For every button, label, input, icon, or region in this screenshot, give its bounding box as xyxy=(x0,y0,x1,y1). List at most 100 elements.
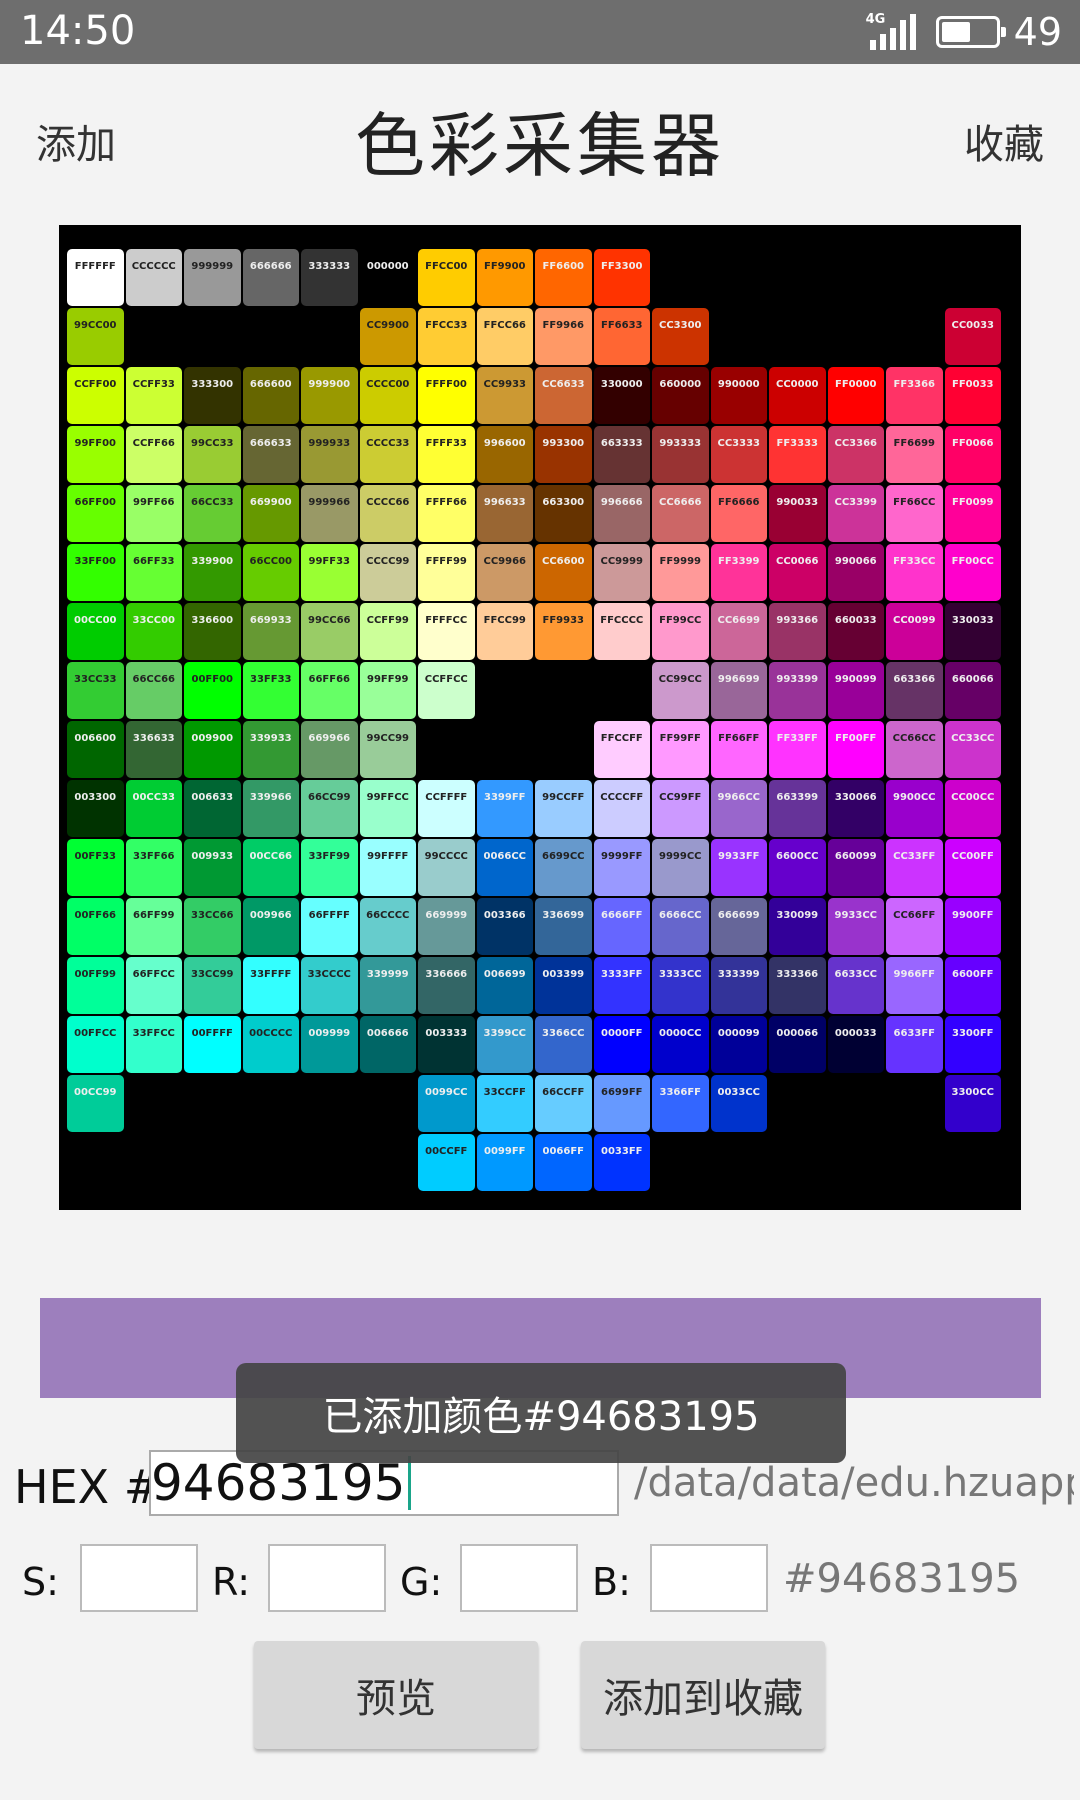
palette-swatch[interactable]: FF66CC xyxy=(886,485,943,542)
palette-swatch[interactable]: FFFFCC xyxy=(418,603,475,660)
palette-swatch[interactable]: 00CC00 xyxy=(67,603,124,660)
palette-swatch[interactable]: 0099CC xyxy=(418,1075,475,1132)
palette-swatch[interactable]: 993366 xyxy=(769,603,826,660)
palette-swatch[interactable]: 993399 xyxy=(769,662,826,719)
palette-swatch[interactable]: 00CC33 xyxy=(125,780,182,837)
palette-swatch[interactable]: CC00CC xyxy=(944,780,1001,837)
palette-swatch[interactable]: 003300 xyxy=(67,780,124,837)
palette-swatch[interactable]: FFCC33 xyxy=(418,308,475,365)
palette-swatch[interactable]: 66FF00 xyxy=(67,485,124,542)
palette-swatch[interactable]: 6666CC xyxy=(652,898,709,955)
palette-swatch[interactable]: CC99FF xyxy=(652,780,709,837)
palette-swatch[interactable]: 66FFFF xyxy=(301,898,358,955)
palette-swatch[interactable]: 0033FF xyxy=(593,1134,650,1191)
palette-swatch[interactable]: FF3399 xyxy=(710,544,767,601)
palette-swatch[interactable]: 0000CC xyxy=(652,1016,709,1073)
palette-swatch[interactable]: 99CC33 xyxy=(184,426,241,483)
palette-swatch[interactable]: CC6666 xyxy=(652,485,709,542)
favorites-button[interactable]: 收藏 xyxy=(964,112,1044,170)
palette-swatch[interactable]: 000000 xyxy=(359,249,416,306)
palette-swatch[interactable]: 3333CC xyxy=(652,957,709,1014)
palette-swatch[interactable]: 330000 xyxy=(593,367,650,424)
palette-swatch[interactable]: 33FF99 xyxy=(301,839,358,896)
g-input[interactable] xyxy=(460,1544,578,1612)
palette-swatch[interactable]: 0099FF xyxy=(476,1134,533,1191)
palette-swatch[interactable]: CC66CC xyxy=(886,721,943,778)
palette-swatch[interactable]: 006666 xyxy=(359,1016,416,1073)
palette-swatch[interactable]: CC99CC xyxy=(652,662,709,719)
palette-swatch[interactable]: 99CCFF xyxy=(535,780,592,837)
palette-swatch[interactable]: CC9933 xyxy=(476,367,533,424)
palette-swatch[interactable]: 660066 xyxy=(944,662,1001,719)
b-input[interactable] xyxy=(650,1544,768,1612)
palette-swatch[interactable]: CCFFCC xyxy=(418,662,475,719)
palette-swatch[interactable]: CC0099 xyxy=(886,603,943,660)
palette-swatch[interactable]: FF6600 xyxy=(535,249,592,306)
palette-swatch[interactable]: 336600 xyxy=(184,603,241,660)
palette-swatch[interactable]: 663300 xyxy=(535,485,592,542)
palette-swatch[interactable]: FFFF99 xyxy=(418,544,475,601)
palette-swatch[interactable]: 000066 xyxy=(769,1016,826,1073)
palette-swatch[interactable]: FF0066 xyxy=(944,426,1001,483)
palette-swatch[interactable]: 339933 xyxy=(242,721,299,778)
palette-swatch[interactable]: 9966FF xyxy=(886,957,943,1014)
palette-swatch[interactable]: FF33CC xyxy=(886,544,943,601)
palette-swatch[interactable]: 669966 xyxy=(301,721,358,778)
palette-swatch[interactable]: FF3300 xyxy=(593,249,650,306)
palette-swatch[interactable]: 3399FF xyxy=(476,780,533,837)
palette-swatch[interactable]: 6600CC xyxy=(769,839,826,896)
palette-swatch[interactable]: 3300FF xyxy=(944,1016,1001,1073)
palette-swatch[interactable]: 33CC99 xyxy=(184,957,241,1014)
palette-swatch[interactable]: 99FF99 xyxy=(359,662,416,719)
palette-swatch[interactable]: 6600FF xyxy=(944,957,1001,1014)
palette-swatch[interactable]: 009966 xyxy=(242,898,299,955)
palette-swatch[interactable]: 666600 xyxy=(242,367,299,424)
palette-swatch[interactable]: CCFFFF xyxy=(418,780,475,837)
palette-swatch[interactable]: 33CC00 xyxy=(125,603,182,660)
r-input[interactable] xyxy=(268,1544,386,1612)
palette-swatch[interactable]: 006699 xyxy=(476,957,533,1014)
palette-swatch[interactable]: CCCC66 xyxy=(359,485,416,542)
palette-swatch[interactable]: CCCC00 xyxy=(359,367,416,424)
palette-swatch[interactable]: FFCCFF xyxy=(593,721,650,778)
palette-swatch[interactable]: 333300 xyxy=(184,367,241,424)
palette-swatch[interactable]: 33FFCC xyxy=(125,1016,182,1073)
palette-swatch[interactable]: FF66FF xyxy=(710,721,767,778)
palette-swatch[interactable]: CCFF33 xyxy=(125,367,182,424)
palette-swatch[interactable]: 00CCCC xyxy=(242,1016,299,1073)
palette-swatch[interactable]: CC3399 xyxy=(827,485,884,542)
palette-swatch[interactable]: FF3366 xyxy=(886,367,943,424)
palette-swatch[interactable]: CCFF66 xyxy=(125,426,182,483)
palette-swatch[interactable]: 336633 xyxy=(125,721,182,778)
palette-swatch[interactable]: 3333FF xyxy=(593,957,650,1014)
palette-swatch[interactable]: 990000 xyxy=(710,367,767,424)
palette-swatch[interactable]: 33CCFF xyxy=(476,1075,533,1132)
palette-swatch[interactable]: 99FFCC xyxy=(359,780,416,837)
palette-swatch[interactable]: 993333 xyxy=(652,426,709,483)
palette-swatch[interactable]: 6633FF xyxy=(886,1016,943,1073)
palette-swatch[interactable]: 33FF66 xyxy=(125,839,182,896)
palette-swatch[interactable]: FF3333 xyxy=(769,426,826,483)
palette-swatch[interactable]: 9900FF xyxy=(944,898,1001,955)
palette-swatch[interactable]: 003333 xyxy=(418,1016,475,1073)
palette-swatch[interactable]: CCCCCC xyxy=(125,249,182,306)
palette-swatch[interactable]: 0066CC xyxy=(476,839,533,896)
palette-swatch[interactable]: CC3300 xyxy=(652,308,709,365)
palette-swatch[interactable]: 330033 xyxy=(944,603,1001,660)
palette-swatch[interactable]: FFFFFF xyxy=(67,249,124,306)
palette-swatch[interactable]: FFCCCC xyxy=(593,603,650,660)
palette-swatch[interactable]: CC6633 xyxy=(535,367,592,424)
palette-swatch[interactable]: 99CC00 xyxy=(67,308,124,365)
palette-swatch[interactable]: CCCCFF xyxy=(593,780,650,837)
palette-swatch[interactable]: 000033 xyxy=(827,1016,884,1073)
palette-swatch[interactable]: 66FF99 xyxy=(125,898,182,955)
palette-swatch[interactable]: 66CC66 xyxy=(125,662,182,719)
palette-swatch[interactable]: 339900 xyxy=(184,544,241,601)
palette-swatch[interactable]: 006600 xyxy=(67,721,124,778)
palette-swatch[interactable]: CC9966 xyxy=(476,544,533,601)
palette-swatch[interactable]: 333366 xyxy=(769,957,826,1014)
palette-swatch[interactable]: FFFF33 xyxy=(418,426,475,483)
palette-swatch[interactable]: 999999 xyxy=(184,249,241,306)
palette-swatch[interactable]: CC0066 xyxy=(769,544,826,601)
palette-swatch[interactable]: 996699 xyxy=(710,662,767,719)
